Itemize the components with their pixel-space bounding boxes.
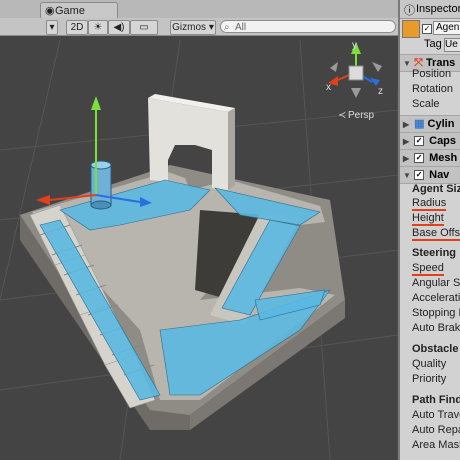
agent-capsule[interactable] xyxy=(90,160,112,210)
gizmo-z-label: z xyxy=(378,86,383,97)
priority-label: Priority xyxy=(412,373,447,385)
agent-size-header: Agent Size xyxy=(412,183,460,195)
inspector-icon: ⓘ xyxy=(404,5,415,17)
auto-repath-label: Auto Repat xyxy=(412,424,460,436)
path-finding-header: Path Findi xyxy=(412,394,460,406)
persp-label[interactable]: Persp xyxy=(348,110,374,121)
angular-speed-label: Angular Sp xyxy=(412,277,460,289)
nav-enabled-checkbox[interactable]: ✓ xyxy=(414,170,425,181)
nav-title: Nav xyxy=(429,169,450,181)
quality-label: Quality xyxy=(412,358,447,370)
position-label: Position xyxy=(412,68,452,80)
radius-text: Radius xyxy=(412,197,447,211)
height-text: Height xyxy=(412,212,444,226)
tab-inspector-label: Inspector xyxy=(416,3,460,15)
height-label: Height xyxy=(400,211,460,226)
fold-arrow-icon: ▶ xyxy=(403,154,410,163)
speed-text: Speed xyxy=(412,262,444,276)
search-icon: ⌕ xyxy=(224,22,230,33)
scene-view[interactable]: y x z ≺ Persp xyxy=(0,0,398,460)
tab-game[interactable]: ◉ Game xyxy=(40,2,118,19)
auto-traverse-label: Auto Trave xyxy=(412,409,460,421)
image-effects-icon[interactable]: ▭ xyxy=(130,20,158,35)
capsule-title: Caps xyxy=(429,135,457,147)
cylinder-component-header[interactable]: ▶ ▦ Cylin xyxy=(400,115,460,133)
base-offset-label: Base Offse xyxy=(400,226,460,241)
capsule-enabled-checkbox[interactable]: ✓ xyxy=(414,136,425,147)
gizmos-label: Gizmos xyxy=(172,22,207,33)
mesh-enabled-checkbox[interactable]: ✓ xyxy=(414,153,425,164)
fold-arrow-icon: ▶ xyxy=(403,137,410,146)
object-cube-icon xyxy=(402,20,420,38)
gizmo-x-label: x xyxy=(326,82,331,93)
search-placeholder: All xyxy=(235,22,247,33)
acceleration-label: Accelerati xyxy=(412,292,460,304)
capsule-component-header[interactable]: ▶ ✓ Caps xyxy=(400,132,460,150)
fold-arrow-icon: ▶ xyxy=(403,120,410,129)
rotation-label: Rotation xyxy=(412,83,453,95)
object-active-checkbox[interactable]: ✓ xyxy=(422,24,432,34)
audio-icon[interactable]: ◀) xyxy=(108,20,130,35)
speed-label: Speed xyxy=(400,261,460,276)
tag-dropdown[interactable]: Ue xyxy=(444,38,460,52)
cylinder-title: Cylin xyxy=(427,118,455,130)
gizmo-y-label: y xyxy=(352,40,357,51)
steering-header: Steering xyxy=(412,247,457,259)
gizmos-dropdown[interactable]: Gizmos ▾ xyxy=(170,20,216,35)
scale-label: Scale xyxy=(412,98,440,110)
mesh-filter-icon: ▦ xyxy=(414,118,425,130)
scene-canvas[interactable] xyxy=(0,0,398,460)
scene-tab-bar: ◉ Game xyxy=(0,0,398,19)
base-offset-text: Base Offse xyxy=(412,227,460,241)
object-name-field[interactable]: Agen xyxy=(433,21,460,35)
mode-2d-button[interactable]: 2D xyxy=(66,20,88,35)
scene-toolbar: ▾ 2D ☀ ◀) ▭ Gizmos ▾ ⌕ All xyxy=(0,18,398,36)
persp-label-icon[interactable]: ≺ xyxy=(338,110,346,121)
search-input[interactable]: ⌕ All xyxy=(220,20,396,33)
obstacle-avoidance-header: Obstacle A xyxy=(412,343,460,355)
inspector-panel: ⓘ Inspector ✓ Agen Tag Ue ▼ ⤧ Trans Posi… xyxy=(398,0,460,460)
chevron-down-icon: ▾ xyxy=(208,22,214,33)
tab-game-label: Game xyxy=(55,5,85,17)
tab-inspector[interactable]: ⓘ Inspector xyxy=(400,0,460,19)
tag-label: Tag xyxy=(424,38,442,50)
mesh-title: Mesh xyxy=(429,152,458,164)
light-icon[interactable]: ☀ xyxy=(88,20,108,35)
radius-label: Radius xyxy=(400,196,460,211)
mesh-component-header[interactable]: ▶ ✓ Mesh xyxy=(400,149,460,167)
stopping-distance-label: Stopping D xyxy=(412,307,460,319)
area-mask-label: Area Mask xyxy=(412,439,460,451)
game-icon: ◉ xyxy=(45,5,55,17)
shading-dropdown-chevron-icon[interactable]: ▾ xyxy=(46,20,58,35)
auto-braking-label: Auto Braki xyxy=(412,322,460,334)
